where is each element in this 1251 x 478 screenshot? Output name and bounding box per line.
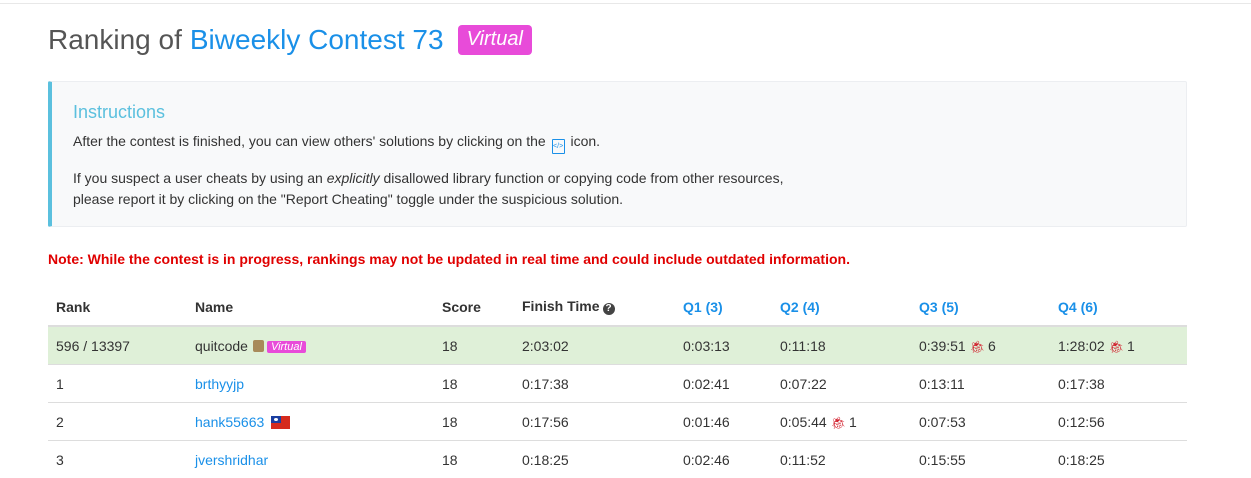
bug-icon: 🐞︎ [970,340,985,354]
table-header: Rank Name Score Finish Time? Q1 (3) Q2 (… [48,288,1187,326]
q1-cell[interactable]: 0:01:46 [675,403,772,441]
table-row: 1 brthyyjp 18 0:17:38 0:02:41 0:07:22 0:… [48,365,1187,403]
score-cell: 18 [434,326,514,365]
score-cell: 18 [434,365,514,403]
instructions-paragraph-1: After the contest is finished, you can v… [73,133,600,154]
col-q4[interactable]: Q4 (6) [1050,288,1187,326]
rank-cell: 1 [48,365,187,403]
table-row: 3 jvershridhar 18 0:18:25 0:02:46 0:11:5… [48,441,1187,478]
user-link[interactable]: hank55663 [195,414,264,430]
q2-cell[interactable]: 0:11:52 [772,441,911,478]
finish-cell: 0:17:56 [514,403,675,441]
col-score: Score [434,288,514,326]
col-q3[interactable]: Q3 (5) [911,288,1050,326]
finish-cell: 0:17:38 [514,365,675,403]
q4-cell[interactable]: 0:18:25 [1050,441,1187,478]
q4-cell[interactable]: 0:17:38 [1050,365,1187,403]
solution-code-icon: </> [552,139,565,154]
bug-icon: 🐞︎ [831,416,846,430]
col-name: Name [187,288,434,326]
virtual-tag: Virtual [267,341,306,353]
my-ranking-row: 596 / 13397 quitcode Virtual 18 2:03:02 0… [48,326,1187,365]
contest-link[interactable]: Biweekly Contest 73 [190,24,444,56]
name-cell: quitcode Virtual [187,326,434,365]
user-link[interactable]: jvershridhar [195,452,268,468]
q1-cell[interactable]: 0:02:46 [675,441,772,478]
q4-cell[interactable]: 0:12:56 [1050,403,1187,441]
instructions-heading: Instructions [73,102,165,123]
q3-cell[interactable]: 0:39:51🐞︎6 [911,326,1050,365]
help-icon[interactable]: ? [603,303,615,315]
user-link[interactable]: brthyyjp [195,376,244,392]
col-rank: Rank [48,288,187,326]
virtual-badge: Virtual [458,25,532,55]
username: quitcode [195,338,248,354]
finish-cell: 0:18:25 [514,441,675,478]
q3-cell[interactable]: 0:13:11 [911,365,1050,403]
q1-cell[interactable]: 0:03:13 [675,326,772,365]
rank-cell: 3 [48,441,187,478]
page-title: Ranking of Biweekly Contest 73 Virtual [48,24,532,56]
col-q1[interactable]: Q1 (3) [675,288,772,326]
col-q2[interactable]: Q2 (4) [772,288,911,326]
instructions-paragraph-2: If you suspect a user cheats by using an… [73,168,783,210]
score-cell: 18 [434,441,514,478]
top-divider [0,3,1251,4]
finish-cell: 2:03:02 [514,326,675,365]
name-cell: hank55663 [187,403,434,441]
bug-icon: 🐞︎ [1109,340,1124,354]
q3-cell[interactable]: 0:15:55 [911,441,1050,478]
q3-cell[interactable]: 0:07:53 [911,403,1050,441]
col-finish-time: Finish Time? [514,288,675,326]
q4-cell[interactable]: 1:28:02🐞︎1 [1050,326,1187,365]
name-cell: jvershridhar [187,441,434,478]
progress-note: Note: While the contest is in progress, … [48,251,850,267]
q2-cell[interactable]: 0:11:18 [772,326,911,365]
score-cell: 18 [434,403,514,441]
q2-cell[interactable]: 0:07:22 [772,365,911,403]
q1-cell[interactable]: 0:02:41 [675,365,772,403]
user-badge-icon [253,340,264,352]
title-prefix: Ranking of [48,24,182,56]
taiwan-flag-icon [271,416,290,429]
q2-cell[interactable]: 0:05:44🐞︎1 [772,403,911,441]
name-cell: brthyyjp [187,365,434,403]
instructions-panel: Instructions After the contest is finish… [48,81,1187,227]
rank-cell: 2 [48,403,187,441]
ranking-table: Rank Name Score Finish Time? Q1 (3) Q2 (… [48,288,1187,478]
rank-cell: 596 / 13397 [48,326,187,365]
table-row: 2 hank55663 18 0:17:56 0:01:46 0:05:44🐞︎… [48,403,1187,441]
